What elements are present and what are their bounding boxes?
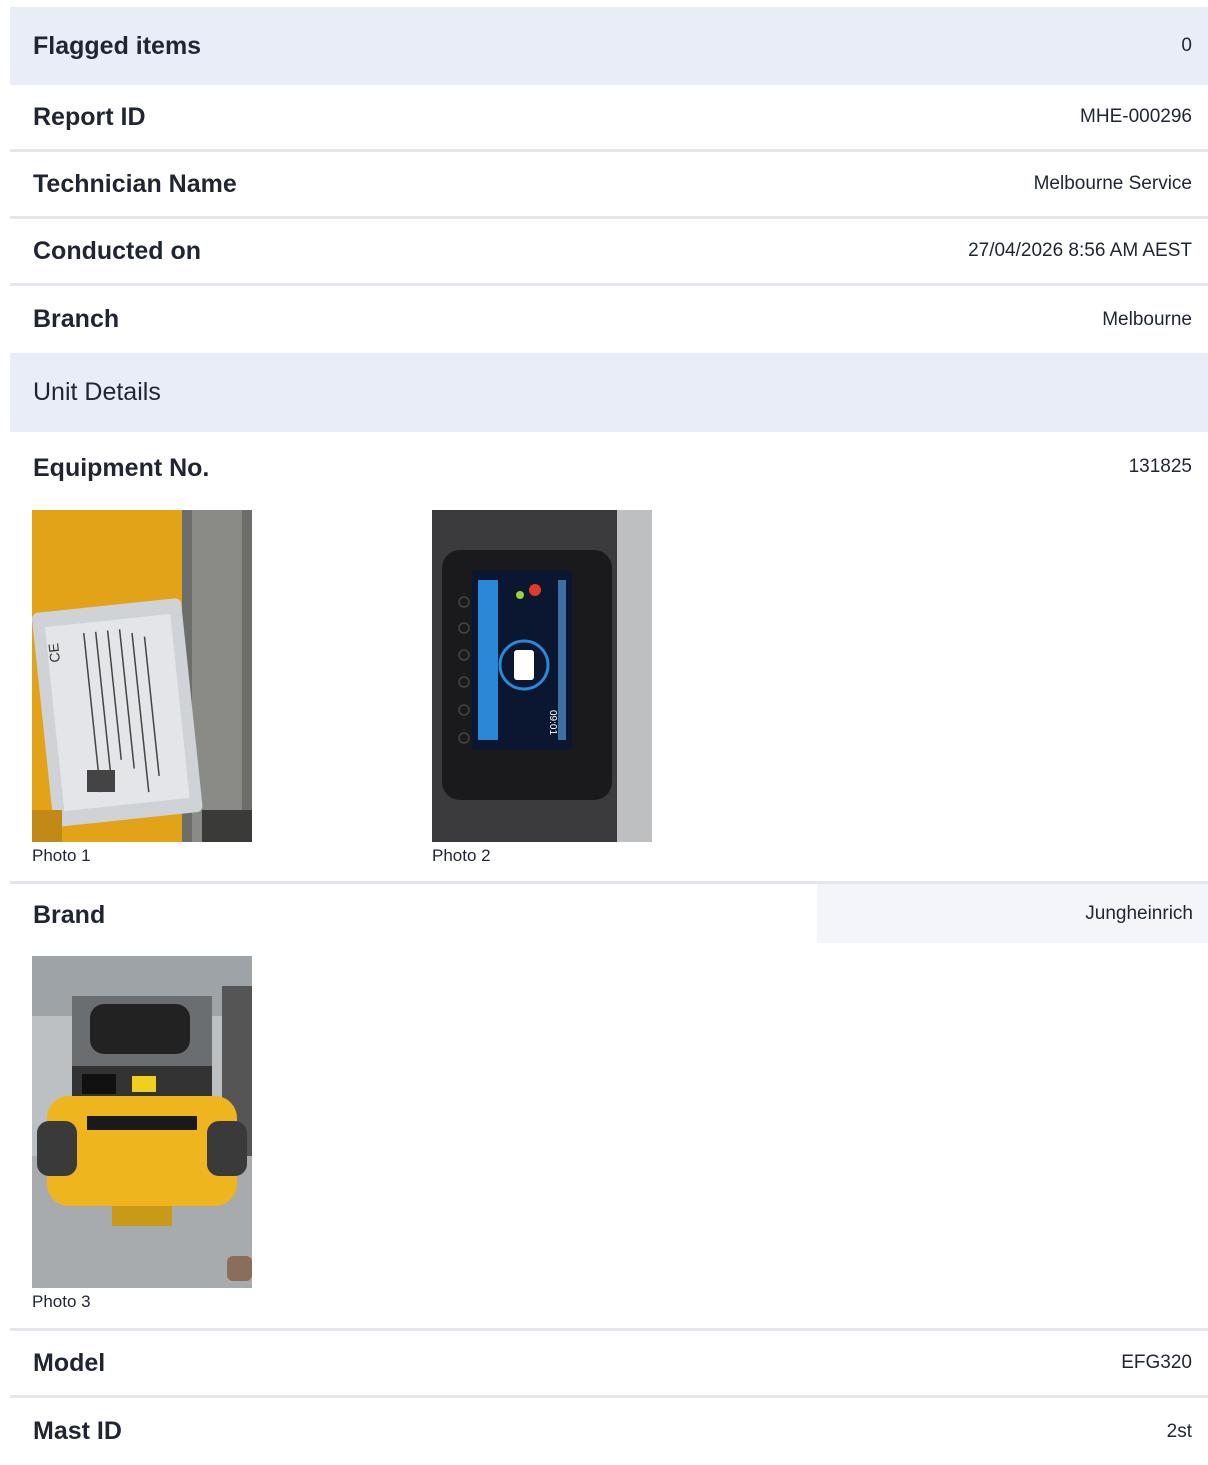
- data-plate-photo-icon: CE: [32, 510, 252, 842]
- report-id-label: Report ID: [33, 102, 146, 131]
- photo-2-caption: Photo 2: [432, 846, 491, 865]
- model-value: EFG320: [1121, 1352, 1192, 1373]
- report-page: Flagged items 0 Report ID MHE-000296 Tec…: [10, 7, 1208, 1465]
- forklift-photo-icon: [32, 956, 252, 1288]
- mast-id-row: Mast ID 2st: [10, 1398, 1208, 1465]
- conducted-on-value: 27/04/2026 8:56 AM AEST: [968, 240, 1192, 261]
- report-id-value: MHE-000296: [1080, 106, 1192, 127]
- brand-block: Jungheinrich Brand Photo 3: [10, 884, 1208, 1331]
- technician-value: Melbourne Service: [1033, 173, 1192, 194]
- photo-1[interactable]: CE Photo 1: [32, 510, 252, 866]
- dashboard-display-photo-icon: 09:01: [432, 510, 652, 842]
- branch-value: Melbourne: [1102, 308, 1192, 330]
- svg-text:09:01: 09:01: [547, 710, 558, 735]
- conducted-on-row: Conducted on 27/04/2026 8:56 AM AEST: [10, 219, 1208, 286]
- photo-3[interactable]: Photo 3: [32, 956, 252, 1312]
- equipment-label: Equipment No.: [33, 454, 210, 482]
- branch-label: Branch: [33, 305, 120, 333]
- flagged-items-label: Flagged items: [33, 31, 202, 60]
- model-row: Model EFG320: [10, 1331, 1208, 1398]
- flagged-items-count: 0: [1181, 35, 1192, 56]
- flagged-items-row: Flagged items 0: [10, 7, 1208, 85]
- equipment-value: 131825: [1128, 456, 1192, 477]
- photo-1-caption: Photo 1: [32, 846, 91, 865]
- model-label: Model: [33, 1348, 106, 1377]
- brand-label: Brand: [33, 901, 106, 929]
- technician-row: Technician Name Melbourne Service: [10, 152, 1208, 219]
- equipment-block: Equipment No. 131825 CE Photo 1 09:01 Ph…: [10, 432, 1208, 884]
- mast-id-label: Mast ID: [33, 1417, 122, 1445]
- unit-details-header: Unit Details: [10, 353, 1208, 432]
- conducted-on-label: Conducted on: [33, 236, 202, 265]
- photo-2[interactable]: 09:01 Photo 2: [432, 510, 652, 866]
- svg-text:CE: CE: [45, 642, 63, 663]
- technician-label: Technician Name: [33, 169, 237, 198]
- mast-id-value: 2st: [1166, 1420, 1192, 1442]
- photo-3-caption: Photo 3: [32, 1292, 91, 1311]
- brand-value: Jungheinrich: [817, 884, 1208, 943]
- branch-row: Branch Melbourne: [10, 286, 1208, 353]
- report-id-row: Report ID MHE-000296: [10, 85, 1208, 152]
